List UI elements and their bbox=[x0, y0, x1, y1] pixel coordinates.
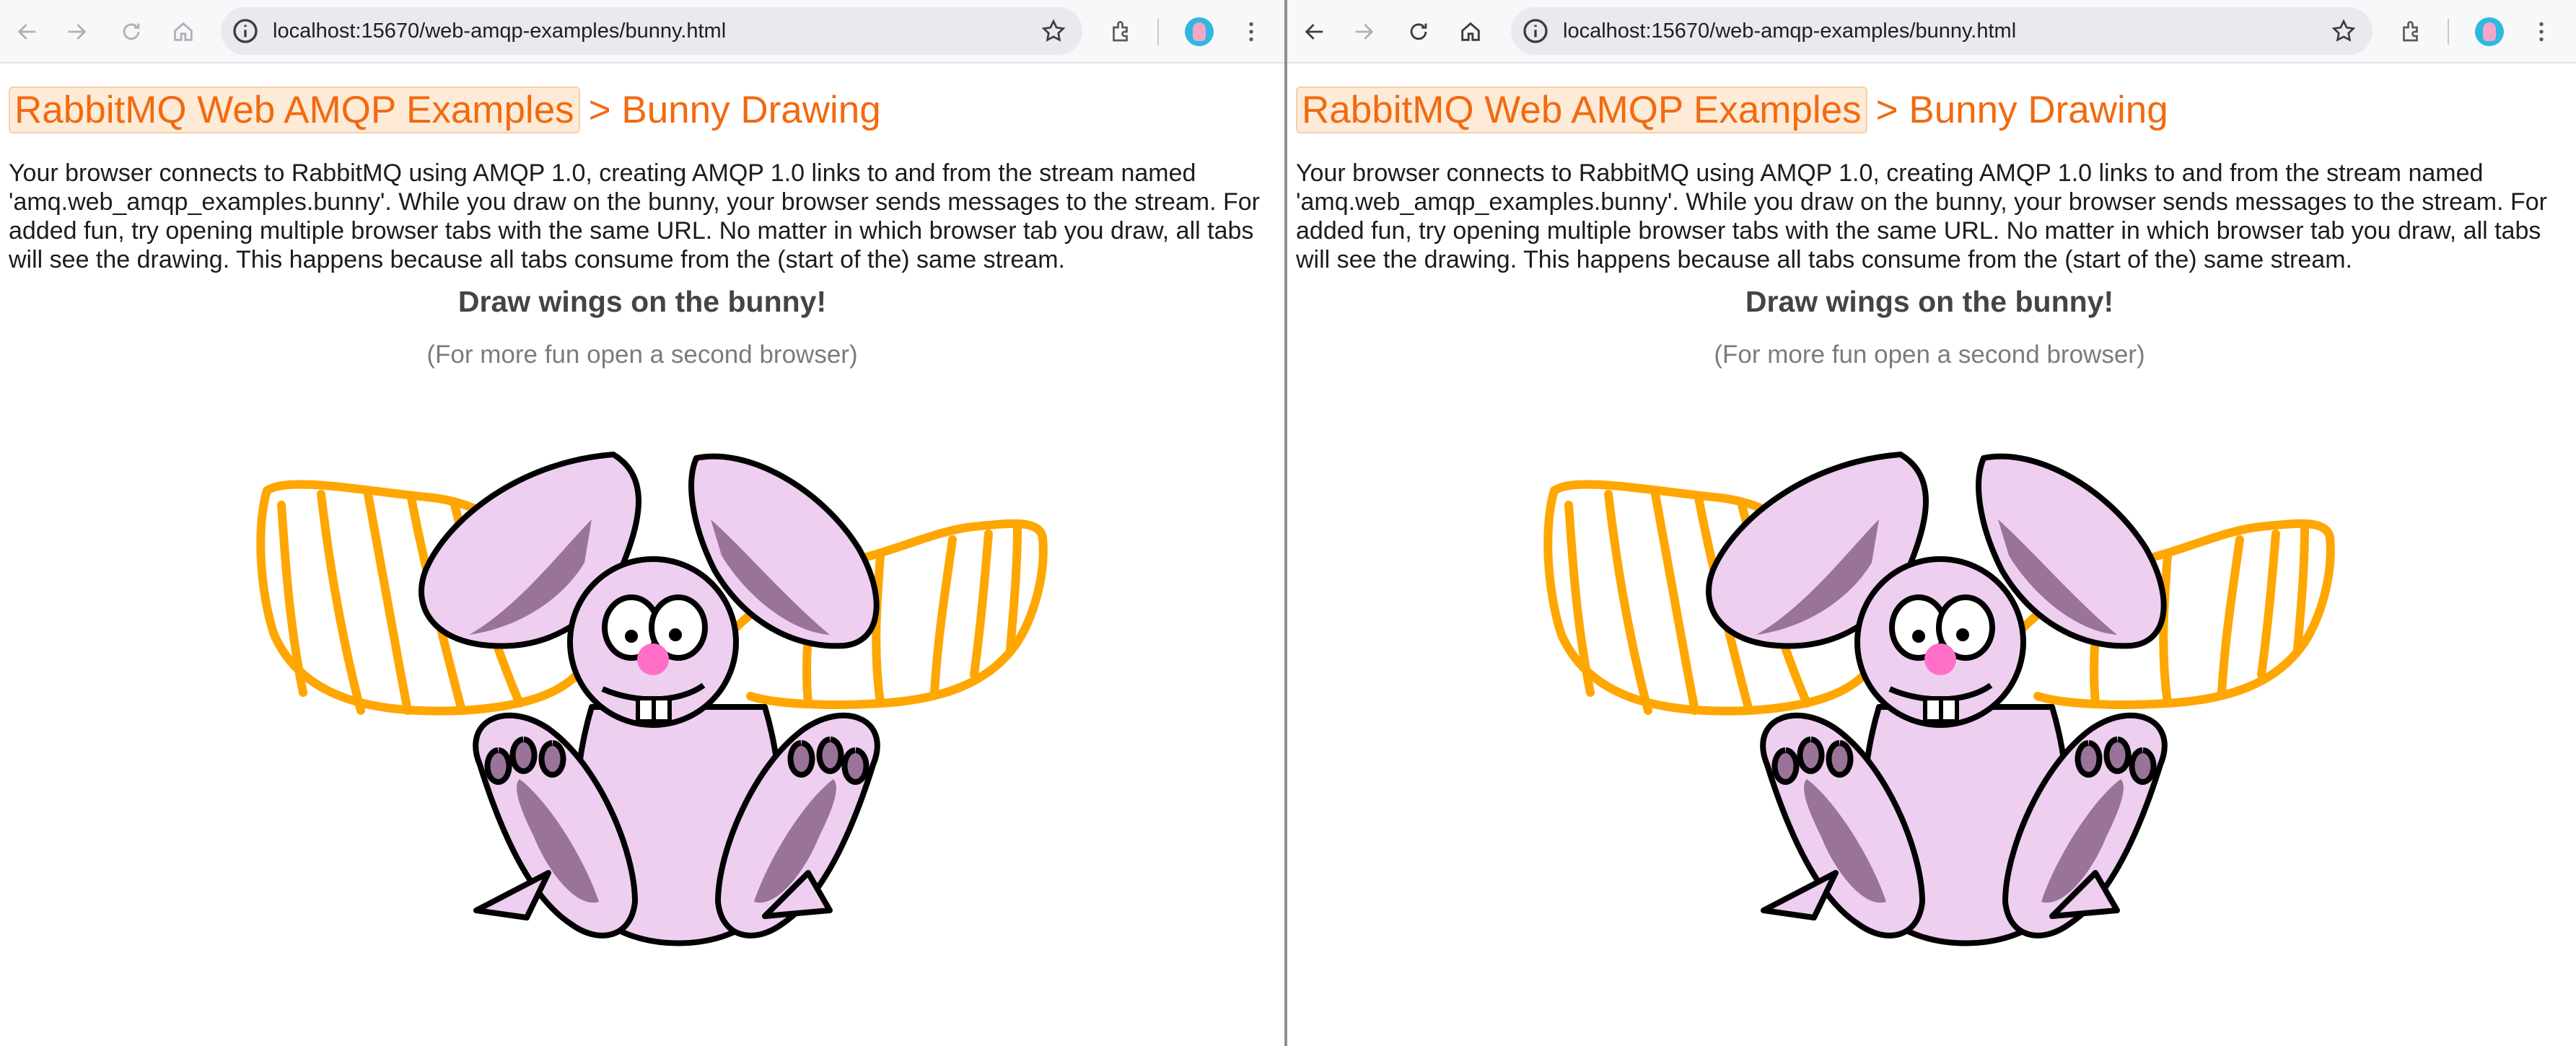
right-wing-stripe bbox=[970, 529, 993, 679]
right-wing-stripe bbox=[2217, 535, 2244, 697]
bunny-drawing-canvas[interactable] bbox=[0, 0, 1284, 1046]
right-wing-stripe bbox=[872, 551, 885, 708]
left-wing-stripe bbox=[317, 490, 365, 715]
left-wing-stripe bbox=[364, 490, 412, 715]
left-wing-stripe bbox=[1604, 490, 1652, 715]
left-wing-stripe bbox=[1651, 490, 1699, 715]
bunny-tooth bbox=[652, 696, 672, 724]
right-wing-stripe bbox=[2159, 551, 2172, 708]
bunny-right-pupil bbox=[1956, 628, 1969, 641]
right-wing-stripe bbox=[930, 535, 957, 697]
right-wing-stripe bbox=[1006, 522, 1022, 654]
browser-window-right: localhost:15670/web-amqp-examples/bunny.… bbox=[1284, 0, 2576, 1046]
bunny-left-pupil bbox=[1912, 630, 1925, 643]
bunny-left-pupil bbox=[625, 630, 638, 643]
right-wing-stripe bbox=[2293, 522, 2309, 654]
bunny-nose bbox=[1924, 643, 1956, 675]
bunny-right-pupil bbox=[669, 628, 682, 641]
bunny-tooth bbox=[1923, 696, 1943, 724]
browser-window-left: localhost:15670/web-amqp-examples/bunny.… bbox=[0, 0, 1284, 1046]
bunny-tooth bbox=[1939, 696, 1959, 724]
bunny-nose bbox=[637, 643, 669, 675]
bunny-drawing-canvas[interactable] bbox=[1287, 0, 2572, 1046]
bunny-tooth bbox=[636, 696, 656, 724]
right-wing-stripe bbox=[2257, 529, 2280, 679]
bunny-left-hand bbox=[473, 870, 551, 920]
bunny-left-hand bbox=[1761, 870, 1839, 920]
